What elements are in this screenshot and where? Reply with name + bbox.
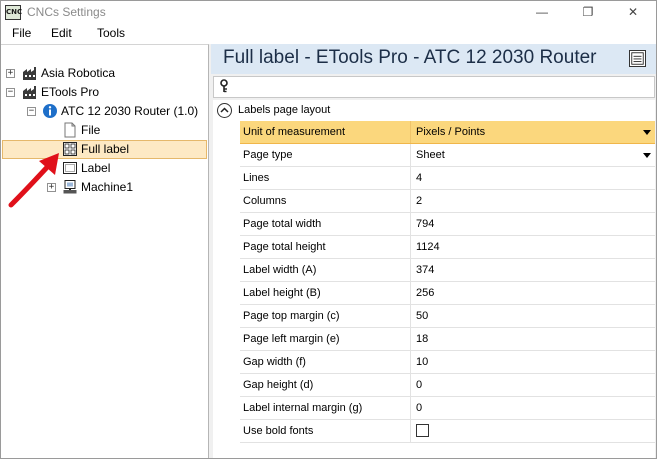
prop-name: Page type: [240, 144, 411, 166]
prop-name: Lines: [240, 167, 411, 189]
factory-icon: [23, 67, 36, 80]
tree-node-atc-router[interactable]: − ATC 12 2030 Router (1.0): [1, 102, 207, 121]
tree-node-label: File: [81, 123, 101, 137]
close-button[interactable]: ✕: [610, 1, 656, 24]
factory-icon: [23, 86, 36, 99]
prop-row-lines[interactable]: Lines 4: [240, 167, 655, 190]
prop-row-page-total-width[interactable]: Page total width 794: [240, 213, 655, 236]
annotation-arrow-icon: [8, 153, 59, 208]
dropdown-arrow-icon[interactable]: [643, 153, 651, 158]
prop-row-page-total-height[interactable]: Page total height 1124: [240, 236, 655, 259]
title-bar[interactable]: CNC CNCs Settings — ❐ ✕: [1, 1, 656, 24]
prop-value[interactable]: [412, 420, 655, 442]
prop-row-page-type[interactable]: Page type Sheet: [240, 144, 655, 167]
prop-name: Unit of measurement: [240, 121, 411, 143]
cnc-tree: + Asia Robotica − ETools Pro − ATC 12 20…: [1, 44, 209, 458]
page-title: Full label - ETools Pro - ATC 12 2030 Ro…: [223, 47, 597, 68]
grid-gutter: [213, 121, 240, 458]
unit-of-measurement-dropdown[interactable]: Pixels / Points: [412, 121, 655, 143]
prop-value: Pixels / Points: [416, 126, 486, 138]
key-icon[interactable]: [218, 79, 230, 96]
menu-edit[interactable]: Edit: [51, 26, 72, 40]
prop-name: Label internal margin (g): [240, 397, 411, 419]
prop-name: Gap height (d): [240, 374, 411, 396]
prop-value[interactable]: 10: [412, 351, 655, 373]
property-search-bar[interactable]: [213, 76, 655, 98]
category-label: Labels page layout: [238, 104, 331, 116]
menu-file[interactable]: File: [12, 26, 31, 40]
prop-value[interactable]: 256: [412, 282, 655, 304]
property-grid: Labels page layout Unit of measurement P…: [213, 100, 655, 458]
cnc-app-icon: CNC: [5, 5, 22, 20]
prop-row-label-internal-margin[interactable]: Label internal margin (g) 0: [240, 397, 655, 420]
minimize-button[interactable]: —: [519, 1, 565, 24]
collapse-icon[interactable]: −: [27, 107, 36, 116]
prop-row-page-left-margin[interactable]: Page left margin (e) 18: [240, 328, 655, 351]
prop-row-gap-height[interactable]: Gap height (d) 0: [240, 374, 655, 397]
prop-row-unit-of-measurement[interactable]: Unit of measurement Pixels / Points: [240, 121, 655, 144]
prop-value[interactable]: 0: [412, 374, 655, 396]
prop-value[interactable]: 18: [412, 328, 655, 350]
app-window: CNC CNCs Settings — ❐ ✕ File Edit Tools …: [0, 0, 657, 459]
prop-value: Sheet: [416, 149, 445, 161]
tree-node-label: ATC 12 2030 Router (1.0): [61, 104, 199, 118]
prop-name: Use bold fonts: [240, 420, 411, 442]
prop-name: Page total height: [240, 236, 411, 258]
menu-bar: File Edit Tools: [1, 24, 656, 44]
collapse-icon[interactable]: −: [6, 88, 15, 97]
prop-row-page-top-margin[interactable]: Page top margin (c) 50: [240, 305, 655, 328]
prop-row-gap-width[interactable]: Gap width (f) 10: [240, 351, 655, 374]
prop-value[interactable]: 2: [412, 190, 655, 212]
prop-value[interactable]: 1124: [412, 236, 655, 258]
prop-name: Page top margin (c): [240, 305, 411, 327]
prop-row-columns[interactable]: Columns 2: [240, 190, 655, 213]
category-row[interactable]: Labels page layout: [213, 100, 655, 121]
tree-node-etools-pro[interactable]: − ETools Pro: [1, 83, 207, 102]
prop-value[interactable]: 794: [412, 213, 655, 235]
prop-name: Page left margin (e): [240, 328, 411, 350]
detail-header: Full label - ETools Pro - ATC 12 2030 Ro…: [211, 44, 656, 74]
use-bold-fonts-checkbox[interactable]: [416, 424, 429, 437]
tree-node-label: ETools Pro: [41, 85, 100, 99]
prop-name: Gap width (f): [240, 351, 411, 373]
prop-value[interactable]: 50: [412, 305, 655, 327]
prop-row-label-width[interactable]: Label width (A) 374: [240, 259, 655, 282]
tree-node-file[interactable]: File: [1, 121, 207, 140]
tree-node-label: Label: [81, 161, 111, 175]
prop-value[interactable]: 374: [412, 259, 655, 281]
prop-name: Label width (A): [240, 259, 411, 281]
prop-row-use-bold-fonts[interactable]: Use bold fonts: [240, 420, 655, 443]
prop-name: Page total width: [240, 213, 411, 235]
prop-value[interactable]: 0: [412, 397, 655, 419]
dropdown-arrow-icon[interactable]: [643, 130, 651, 135]
prop-row-label-height[interactable]: Label height (B) 256: [240, 282, 655, 305]
prop-name: Columns: [240, 190, 411, 212]
file-icon: [64, 122, 76, 138]
menu-tools[interactable]: Tools: [97, 26, 125, 40]
tree-node-label: Asia Robotica: [41, 66, 116, 80]
page-type-dropdown[interactable]: Sheet: [412, 144, 655, 166]
window-title: CNCs Settings: [27, 5, 106, 19]
prop-value[interactable]: 4: [412, 167, 655, 189]
prop-name: Label height (B): [240, 282, 411, 304]
expand-icon[interactable]: +: [6, 69, 15, 78]
full-label-icon[interactable]: [629, 50, 646, 67]
collapse-category-icon[interactable]: [217, 103, 232, 118]
router-info-icon: [43, 104, 57, 118]
tree-node-label: Machine1: [81, 180, 134, 194]
maximize-button[interactable]: ❐: [565, 1, 611, 24]
tree-node-label: Full label: [81, 142, 130, 156]
tree-node-asia-robotica[interactable]: + Asia Robotica: [1, 64, 207, 83]
